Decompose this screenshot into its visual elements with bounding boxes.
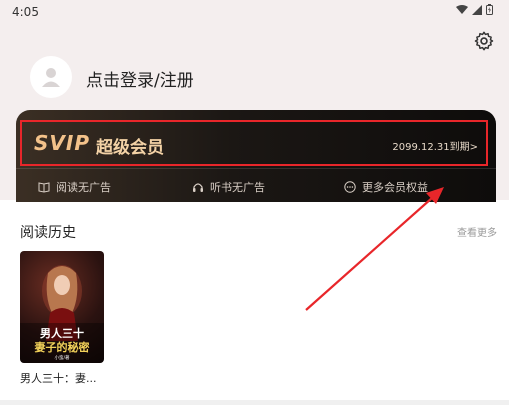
cover-title-line2: 妻子的秘密 — [35, 340, 90, 354]
user-icon — [42, 68, 60, 87]
more-icon — [344, 181, 356, 193]
see-more-link[interactable]: 查看更多 — [457, 224, 497, 239]
vip-banner[interactable]: SVIP 超级会员 2099.12.31到期> — [20, 120, 488, 166]
benefit-read-no-ads[interactable]: 阅读无广告 — [38, 179, 111, 195]
cover-illustration: 男人三十 妻子的秘密 小蛮/著 — [20, 265, 104, 363]
reading-history-title: 阅读历史 — [20, 225, 76, 241]
status-icons — [456, 4, 493, 15]
avatar[interactable] — [30, 56, 72, 98]
cover-title-line1: 男人三十 — [40, 326, 84, 340]
benefit-label: 阅读无广告 — [56, 181, 111, 194]
cover-author: 小蛮/著 — [54, 354, 70, 361]
book-title[interactable]: 男人三十：妻... — [20, 370, 97, 386]
vip-card[interactable]: SVIP 超级会员 2099.12.31到期> 阅读无广告 听书无广告 更多会员… — [16, 110, 496, 202]
vip-title: 超级会员 — [96, 138, 164, 158]
headphones-icon — [193, 183, 203, 192]
login-register-link[interactable]: 点击登录/注册 — [86, 66, 194, 91]
benefit-listen-no-ads[interactable]: 听书无广告 — [192, 179, 265, 195]
gear-icon[interactable] — [473, 30, 495, 52]
book-icon — [38, 182, 50, 193]
bottom-divider — [0, 400, 509, 405]
book-cover[interactable]: 男人三十 妻子的秘密 小蛮/著 — [20, 251, 104, 363]
battery-icon — [486, 4, 493, 15]
benefit-label: 听书无广告 — [210, 181, 265, 194]
benefit-label: 更多会员权益 — [362, 181, 428, 194]
svip-badge: SVIP — [34, 131, 90, 155]
status-bar: 4:05 — [0, 0, 509, 24]
vip-benefits: 阅读无广告 听书无广告 更多会员权益 — [16, 168, 496, 202]
wifi-icon — [456, 4, 468, 14]
benefit-more[interactable]: 更多会员权益 — [344, 179, 428, 195]
vip-expire-link[interactable]: 2099.12.31到期> — [392, 138, 478, 153]
status-time: 4:05 — [12, 5, 39, 19]
signal-icon — [472, 4, 482, 15]
